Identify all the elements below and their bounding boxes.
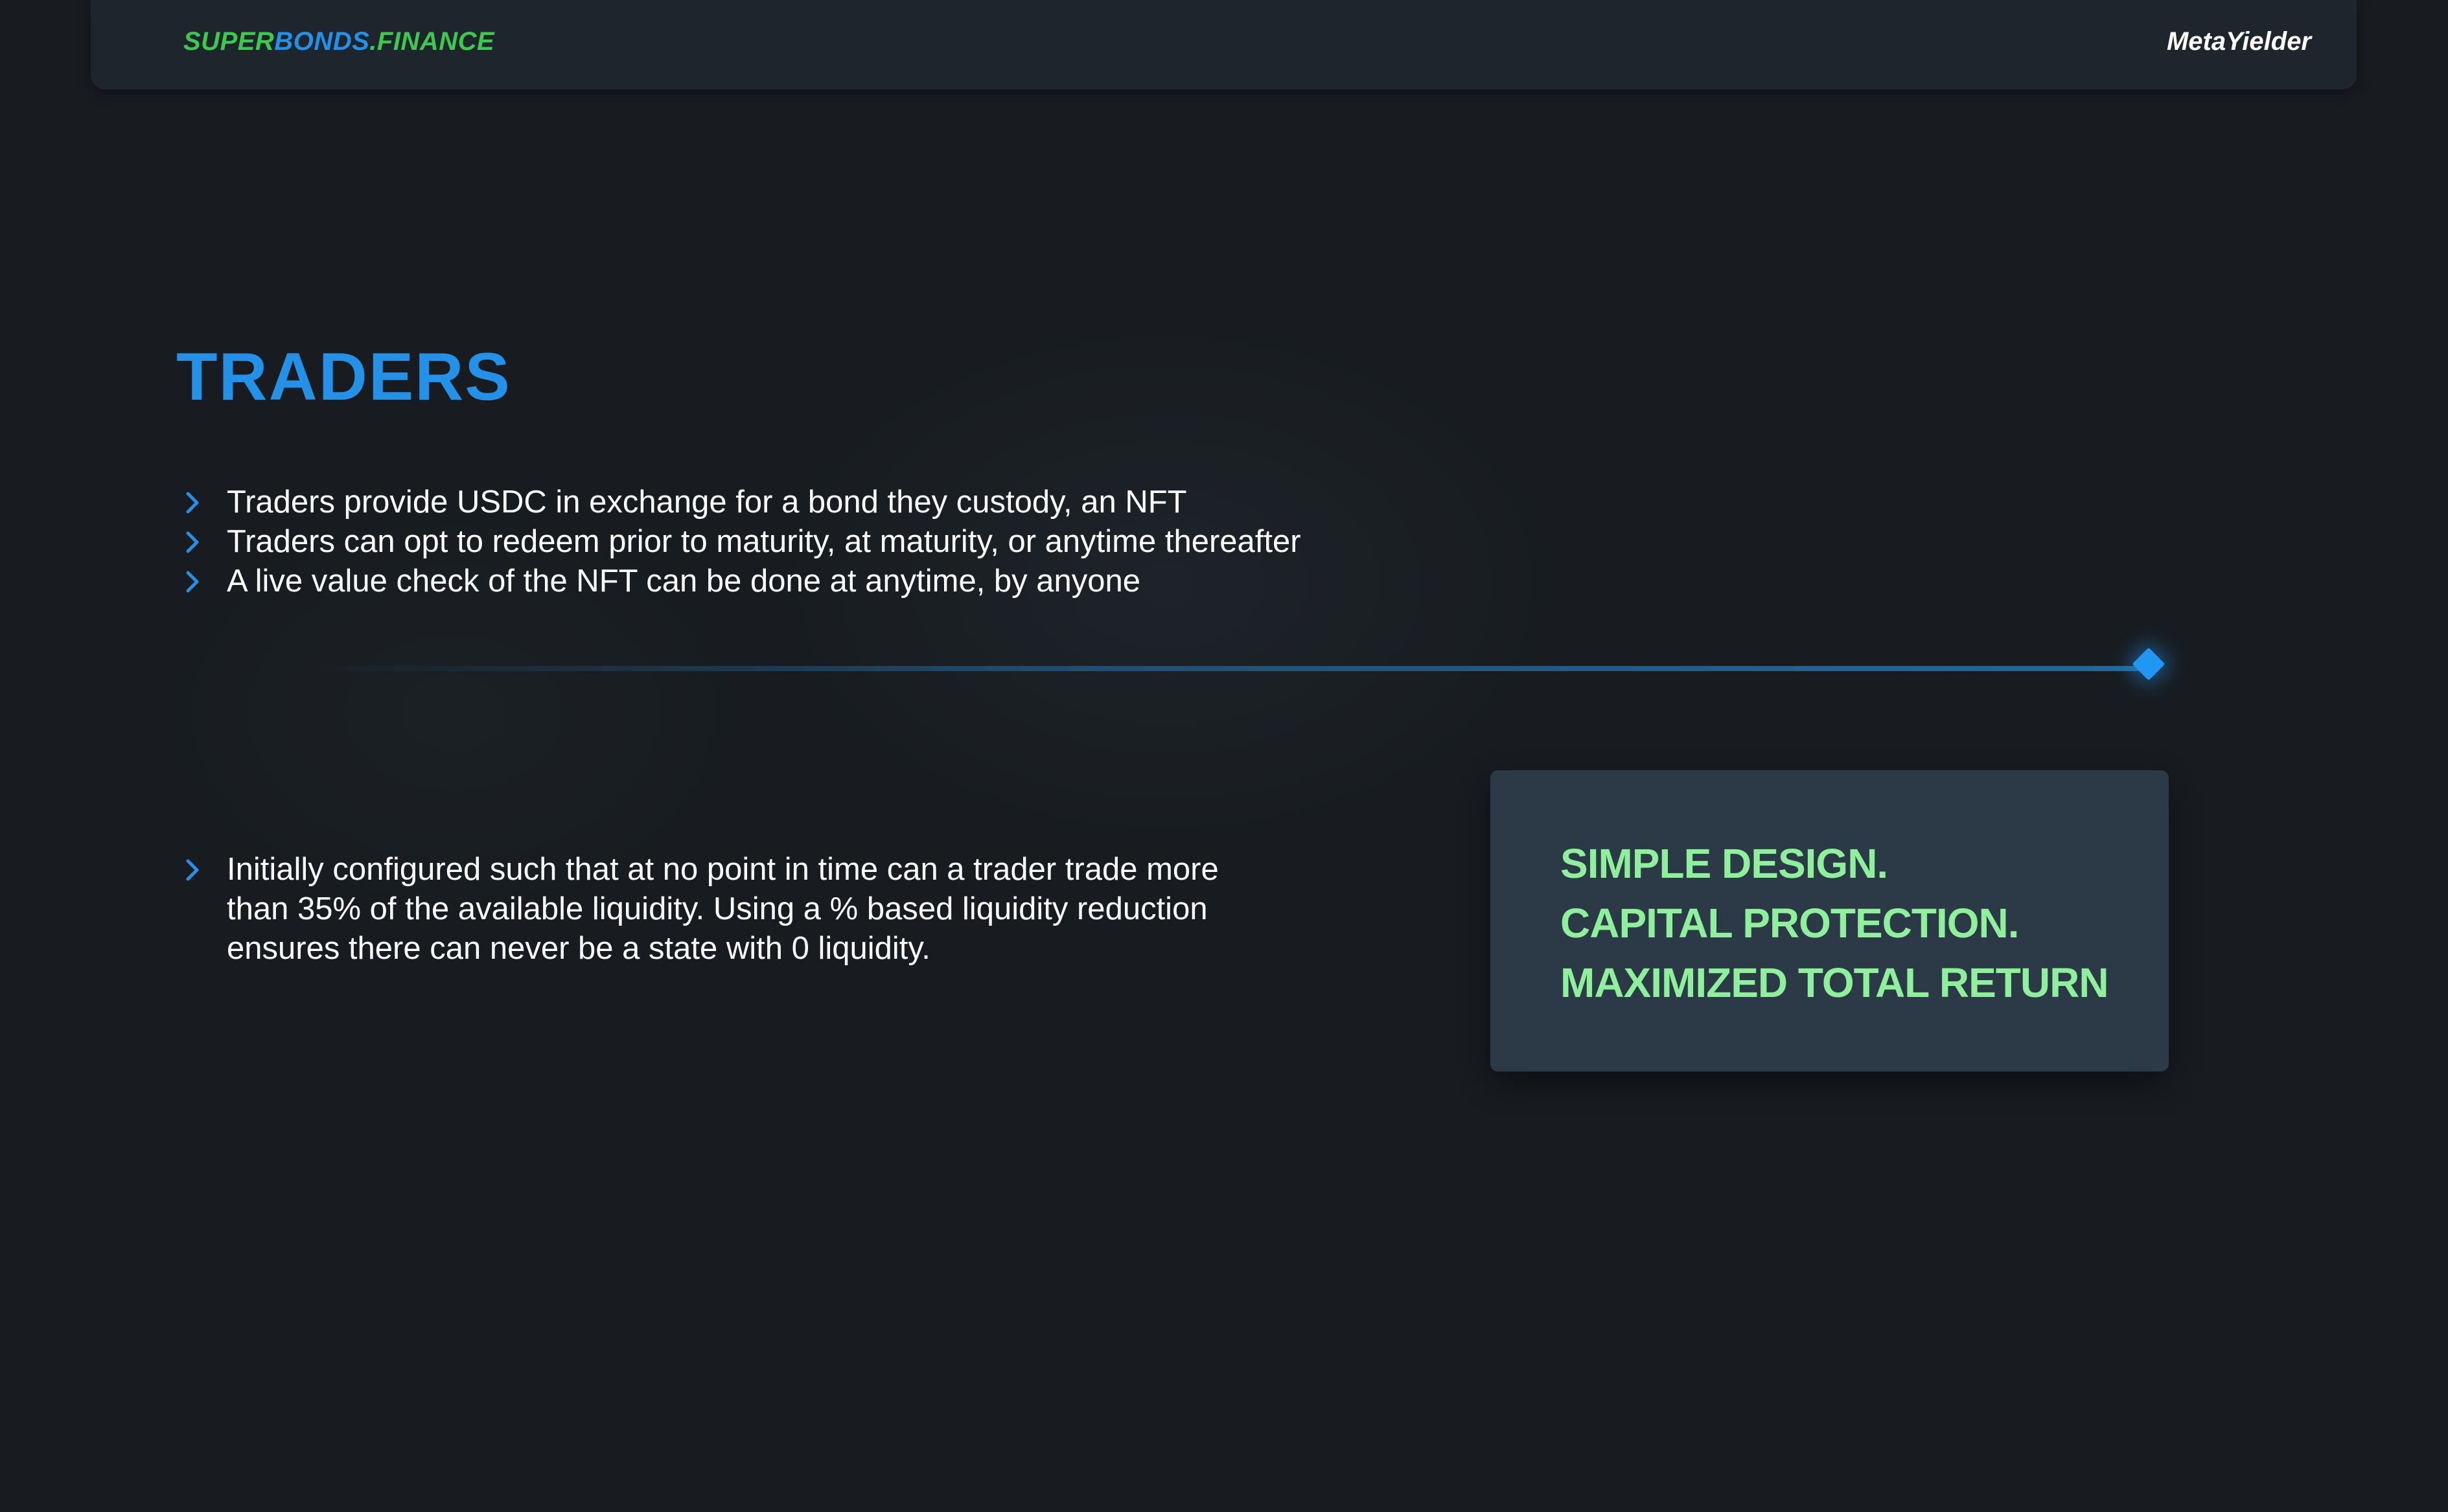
logo-finance: .FINANCE	[369, 27, 495, 56]
logo-super: SUPER	[183, 27, 275, 56]
callout-line: CAPITAL PROTECTION.	[1560, 900, 2020, 946]
callout-lines: SIMPLE DESIGN. CAPITAL PROTECTION. MAXIM…	[1560, 834, 2109, 1013]
logo-bonds: BONDS	[274, 27, 370, 56]
chevron-right-icon	[186, 531, 199, 553]
metayielder-brand: MetaYielder	[2166, 27, 2311, 56]
liquidity-paragraph: Initially configured such that at no poi…	[181, 850, 1231, 968]
timeline-divider	[305, 666, 2158, 671]
chevron-right-icon	[186, 571, 199, 593]
bullet-text: A live value check of the NFT can be don…	[227, 564, 1141, 599]
bullet-item: A live value check of the NFT can be don…	[181, 562, 1301, 601]
header-bar: SUPERBONDS.FINANCE MetaYielder	[91, 0, 2357, 89]
chevron-right-icon	[186, 492, 199, 514]
bullet-text: Traders can opt to redeem prior to matur…	[227, 524, 1301, 559]
callout-box: SIMPLE DESIGN. CAPITAL PROTECTION. MAXIM…	[1490, 770, 2169, 1071]
callout-line: SIMPLE DESIGN.	[1560, 840, 1888, 887]
page-title: TRADERS	[176, 339, 511, 415]
bullet-text: Traders provide USDC in exchange for a b…	[227, 485, 1187, 520]
superbonds-logo: SUPERBONDS.FINANCE	[183, 27, 494, 56]
paragraph-text: Initially configured such that at no poi…	[227, 852, 1219, 966]
chevron-right-icon	[186, 859, 199, 881]
bullet-list: Traders provide USDC in exchange for a b…	[181, 483, 1301, 601]
bullet-item: Traders can opt to redeem prior to matur…	[181, 522, 1301, 562]
background-glow	[0, 0, 2448, 1512]
bullet-item: Traders provide USDC in exchange for a b…	[181, 483, 1301, 522]
callout-line: MAXIMIZED TOTAL RETURN	[1560, 959, 2109, 1006]
